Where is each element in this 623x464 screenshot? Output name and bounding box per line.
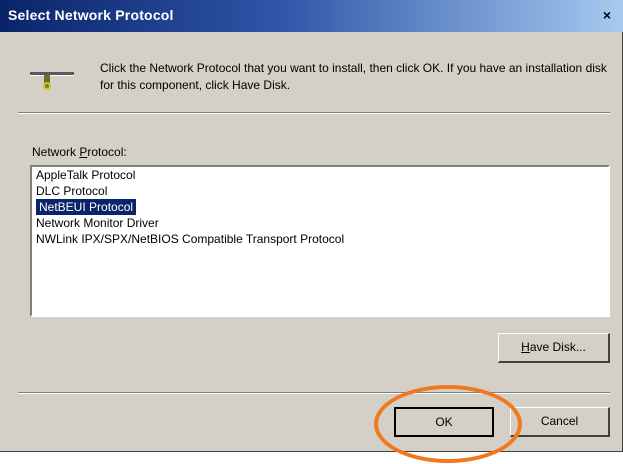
list-item-appletalk[interactable]: AppleTalk Protocol [32,167,608,183]
window-title: Select Network Protocol [8,7,174,23]
list-item-label: Network Monitor Driver [36,216,159,230]
separator-bottom [18,392,610,394]
network-protocol-label: Network Protocol: [32,145,127,159]
have-disk-accelerator: H [521,340,530,354]
label-prefix: Network [32,145,80,159]
network-protocol-icon [30,72,74,90]
select-network-protocol-dialog: Select Network Protocol × Click the Netw… [0,0,623,452]
list-item-label-selected: NetBEUI Protocol [36,199,137,215]
list-item-netbeui[interactable]: NetBEUI Protocol [32,199,608,215]
close-button[interactable]: × [597,6,617,24]
annotation-highlight-ring [374,385,522,463]
have-disk-button[interactable]: Have Disk... [498,333,610,363]
separator-top [18,112,610,114]
have-disk-label: ave Disk... [529,340,586,354]
title-bar[interactable]: Select Network Protocol × [0,0,623,32]
cancel-button[interactable]: Cancel [510,407,610,437]
label-suffix: rotocol: [87,145,127,159]
list-item-label: DLC Protocol [36,184,108,198]
network-protocol-list[interactable]: AppleTalk Protocol DLC Protocol NetBEUI … [30,165,610,317]
instruction-text: Click the Network Protocol that you want… [100,61,607,92]
list-item-network-monitor[interactable]: Network Monitor Driver [32,215,608,231]
list-item-label: AppleTalk Protocol [36,168,136,182]
list-item-label: NWLink IPX/SPX/NetBIOS Compatible Transp… [36,232,345,246]
list-item-nwlink[interactable]: NWLink IPX/SPX/NetBIOS Compatible Transp… [32,231,608,247]
list-item-dlc[interactable]: DLC Protocol [32,183,608,199]
